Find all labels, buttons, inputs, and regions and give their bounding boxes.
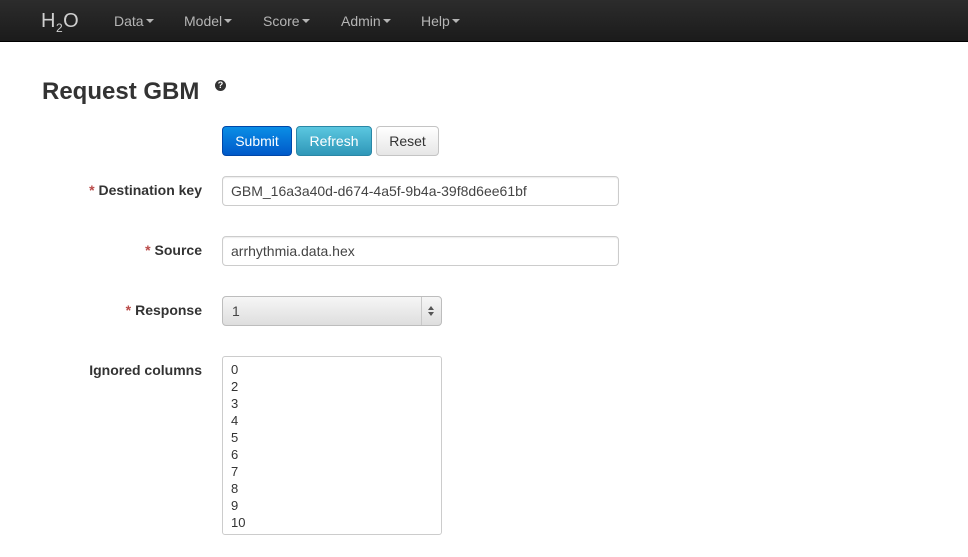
list-item[interactable]: 5 bbox=[231, 429, 441, 446]
logo-2: 2 bbox=[55, 21, 63, 35]
destination-key-label: * Destination key bbox=[89, 181, 202, 199]
nav-menu-help[interactable]: Help bbox=[421, 13, 460, 29]
source-input[interactable] bbox=[222, 236, 619, 266]
question-circle-icon[interactable]: ? bbox=[215, 80, 226, 91]
nav-menu-model[interactable]: Model bbox=[184, 13, 233, 29]
caret-down-icon bbox=[301, 19, 310, 24]
nav-menu-help-label: Help bbox=[421, 13, 450, 29]
caret-down-icon bbox=[451, 19, 460, 24]
nav-menu-score-label: Score bbox=[263, 13, 300, 29]
list-item[interactable]: 10 bbox=[231, 514, 441, 531]
reset-button[interactable]: Reset bbox=[376, 126, 439, 156]
top-navbar: H2O Data Model Score Admin Help bbox=[0, 0, 968, 42]
response-label: * Response bbox=[126, 301, 202, 319]
h2o-logo[interactable]: H2O bbox=[41, 9, 79, 35]
page-title: Request GBM bbox=[42, 78, 200, 105]
refresh-button[interactable]: Refresh bbox=[296, 126, 372, 156]
required-marker: * bbox=[145, 242, 151, 258]
list-item[interactable]: 4 bbox=[231, 412, 441, 429]
destination-key-input[interactable] bbox=[222, 176, 619, 206]
caret-down-icon bbox=[382, 19, 391, 24]
response-label-text: Response bbox=[135, 302, 202, 318]
response-selected-value: 1 bbox=[232, 303, 240, 319]
response-select[interactable]: 1 bbox=[222, 296, 442, 326]
list-item[interactable]: 0 bbox=[231, 361, 441, 378]
required-marker: * bbox=[125, 302, 132, 318]
list-item[interactable]: 3 bbox=[231, 395, 441, 412]
nav-menu-score[interactable]: Score bbox=[263, 13, 310, 29]
nav-menu-data[interactable]: Data bbox=[114, 13, 154, 29]
arrow-up-icon bbox=[428, 306, 434, 310]
list-item[interactable]: 2 bbox=[231, 378, 441, 395]
logo-h: H bbox=[41, 10, 55, 32]
nav-menu-admin[interactable]: Admin bbox=[341, 13, 391, 29]
list-item[interactable]: 8 bbox=[231, 480, 441, 497]
submit-button[interactable]: Submit bbox=[222, 126, 292, 156]
nav-menu-admin-label: Admin bbox=[341, 13, 381, 29]
caret-down-icon bbox=[224, 19, 233, 24]
required-marker: * bbox=[89, 182, 95, 198]
list-item[interactable]: 9 bbox=[231, 497, 441, 514]
source-label: * Source bbox=[145, 241, 202, 259]
caret-down-icon bbox=[145, 19, 154, 24]
list-item[interactable]: 6 bbox=[231, 446, 441, 463]
logo-o: O bbox=[63, 10, 79, 32]
list-item[interactable]: 7 bbox=[231, 463, 441, 480]
ignored-columns-listbox[interactable]: 0 2 3 4 5 6 7 8 9 10 bbox=[222, 356, 442, 535]
nav-menu-data-label: Data bbox=[114, 13, 144, 29]
arrow-down-icon bbox=[428, 312, 434, 316]
ignored-columns-label: Ignored columns bbox=[89, 362, 202, 378]
destination-key-label-text: Destination key bbox=[98, 182, 202, 198]
nav-menu-model-label: Model bbox=[184, 13, 223, 29]
source-label-text: Source bbox=[154, 242, 202, 258]
select-arrows-icon bbox=[421, 297, 441, 325]
